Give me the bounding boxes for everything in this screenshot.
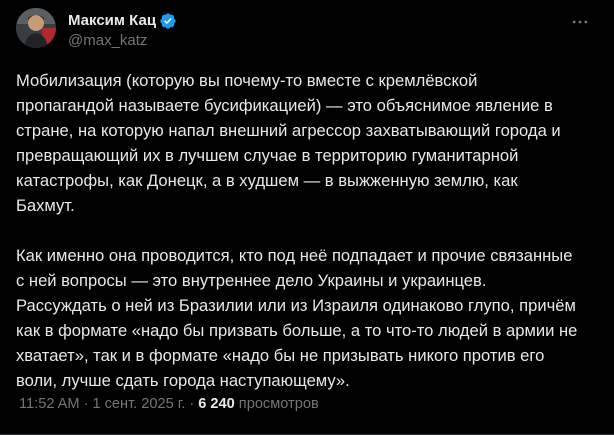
author-names: Максим Кац @max_katz (68, 8, 177, 51)
tweet-date[interactable]: 1 сент. 2025 г. (92, 394, 185, 414)
tweet-header: Максим Кац @max_katz (16, 8, 598, 56)
views-count: 6 240 (198, 396, 235, 412)
tweet-paragraph: Как именно она проводится, кто под неё п… (16, 246, 578, 390)
handle[interactable]: @max_katz (68, 31, 177, 51)
verified-badge-icon (159, 12, 177, 30)
avatar[interactable] (16, 8, 56, 48)
tweet-paragraph: Мобилизация (которую вы почему-то вместе… (16, 71, 561, 215)
meta-separator: · (189, 396, 195, 412)
tweet-meta: 11:52 AM · 1 сент. 2025 г. · 6 240 просм… (19, 394, 319, 414)
tweet: Максим Кац @max_katz Мобилизация (котору… (0, 0, 614, 435)
views-label: просмотров (238, 396, 319, 412)
display-name[interactable]: Максим Кац (68, 11, 156, 31)
name-row: Максим Кац (68, 11, 177, 31)
more-dots-icon[interactable] (568, 12, 592, 32)
meta-separator: · (83, 396, 89, 412)
tweet-text: Мобилизация (которую вы почему-то вместе… (16, 68, 598, 393)
tweet-time[interactable]: 11:52 AM (19, 394, 80, 414)
